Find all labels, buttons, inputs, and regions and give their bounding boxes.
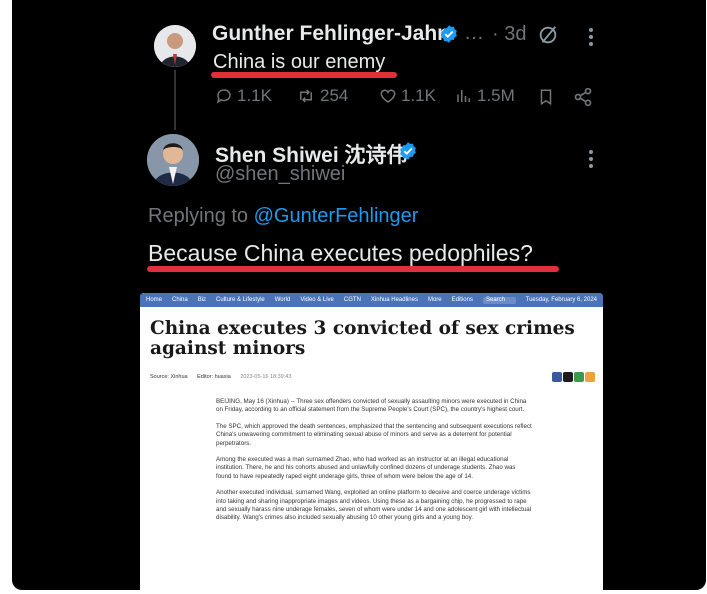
tweet2-handle[interactable]: @shen_shiwei: [215, 163, 345, 186]
nav-item[interactable]: Editions: [452, 297, 473, 303]
screenshot-frame: Gunther Fehlinger-Jahn … · 3d China is o…: [12, 0, 706, 590]
article-screenshot[interactable]: Home China Biz Culture & Lifestyle World…: [140, 293, 603, 590]
avatar-gunther-image: [154, 25, 196, 67]
x-share-icon[interactable]: [563, 372, 573, 382]
tweet1-text: China is our enemy: [213, 51, 386, 73]
like-button[interactable]: 1.1K: [379, 86, 436, 106]
tweet2-more-options-icon[interactable]: [589, 150, 593, 171]
nav-item[interactable]: World: [275, 297, 291, 303]
search-placeholder: Search: [485, 296, 505, 303]
reply-button[interactable]: 1.1K: [215, 86, 272, 106]
retweet-button[interactable]: 254: [296, 86, 348, 106]
article-paragraph: The SPC, which approved the death senten…: [216, 422, 532, 447]
views-count: 1.5M: [477, 86, 515, 105]
tweet1-more-options-icon[interactable]: [589, 28, 593, 49]
article-editor: Editor: huaxia: [197, 374, 231, 380]
replying-to-handle-link[interactable]: @GunterFehlinger: [254, 205, 419, 227]
tweet1-more: …: [464, 22, 484, 44]
share-icon[interactable]: [573, 87, 593, 107]
retweet-count: 254: [320, 86, 349, 105]
replying-to-line: Replying to @GunterFehlinger: [148, 205, 418, 228]
avatar-gunther[interactable]: [154, 25, 196, 67]
nav-item[interactable]: Culture & Lifestyle: [216, 297, 265, 303]
tweet1-timestamp[interactable]: · 3d: [492, 23, 526, 46]
views-bar-chart-icon: [457, 90, 470, 102]
article-paragraph: Among the executed was a man surnamed Zh…: [216, 456, 516, 480]
reply-count: 1.1K: [237, 86, 272, 105]
avatar-shen-image: [147, 134, 199, 186]
nav-item[interactable]: Biz: [198, 297, 206, 303]
article-paragraph: Another executed individual, surnamed Wa…: [216, 489, 532, 522]
whatsapp-share-icon[interactable]: [574, 372, 584, 382]
nav-item[interactable]: Home: [146, 297, 162, 303]
nav-item[interactable]: More: [428, 297, 442, 303]
article-timestamp: 2023-05-16 18:39:43: [240, 374, 292, 380]
replying-to-prefix: Replying to: [148, 205, 249, 227]
slash-circle-icon[interactable]: [537, 24, 559, 46]
nav-item[interactable]: China: [172, 297, 188, 303]
bookmark-icon[interactable]: [537, 87, 555, 107]
retweet-icon: [300, 89, 312, 103]
verified-badge-icon: [400, 142, 416, 160]
article-search-input[interactable]: Search: [482, 296, 516, 304]
article-body: BEIJING, May 16 (Xinhua) -- Three sex of…: [216, 398, 532, 531]
article-source: Source: Xinhua: [150, 374, 188, 380]
nav-item[interactable]: Video & Live: [300, 297, 334, 303]
views-button[interactable]: 1.5M: [455, 86, 515, 106]
tweet2-red-underline: [147, 266, 559, 272]
nav-item[interactable]: CGTN: [344, 297, 361, 303]
like-count: 1.1K: [401, 86, 436, 105]
thread-connector-line: [174, 70, 176, 130]
tweet1-red-underline: [211, 72, 397, 78]
article-paragraph: BEIJING, May 16 (Xinhua) -- Three sex of…: [216, 398, 527, 414]
verified-badge-icon: [441, 25, 457, 43]
tweet1-author[interactable]: Gunther Fehlinger-Jahn: [212, 22, 450, 46]
heart-icon: [380, 89, 396, 103]
article-meta: Source: Xinhua Editor: huaxia 2023-05-16…: [150, 374, 299, 380]
article-title: China executes 3 convicted of sex crimes…: [150, 318, 575, 359]
nav-item[interactable]: Xinhua Headlines: [371, 297, 418, 303]
tweet2-text: Because China executes pedophiles?: [148, 240, 533, 266]
facebook-share-icon[interactable]: [552, 372, 562, 382]
article-navbar: Home China Biz Culture & Lifestyle World…: [140, 293, 603, 307]
link-share-icon[interactable]: [585, 372, 595, 382]
reply-icon: [216, 89, 231, 104]
avatar-shen[interactable]: [147, 134, 199, 186]
article-date: Tuesday, February 6, 2024: [525, 297, 597, 303]
